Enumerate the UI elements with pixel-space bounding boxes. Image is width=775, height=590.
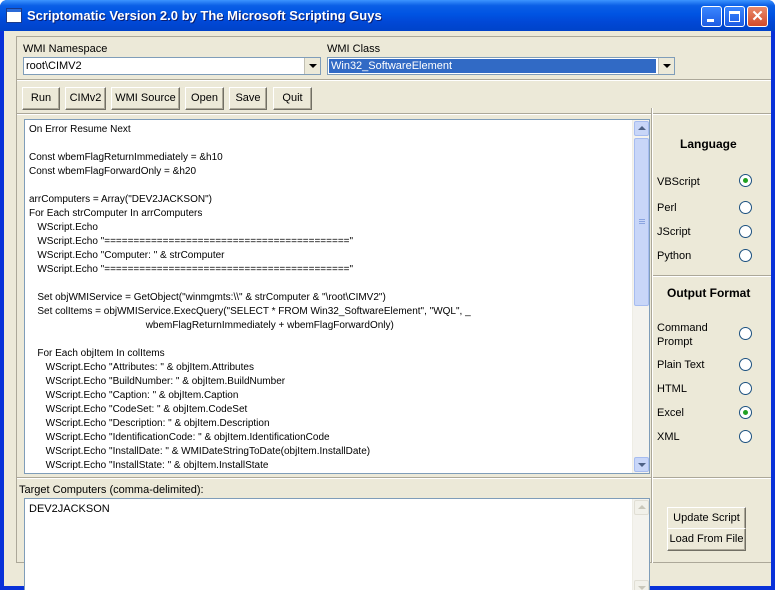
language-heading: Language xyxy=(680,137,737,151)
script-line[interactable]: WScript.Echo "Caption: " & objItem.Capti… xyxy=(29,389,629,403)
cimv2-button[interactable]: CIMv2 xyxy=(65,87,106,110)
script-line[interactable]: Const wbemFlagReturnImmediately = &h10 xyxy=(29,151,629,165)
namespace-dropdown[interactable]: root\CIMV2 xyxy=(23,57,321,75)
close-button[interactable]: ✕ xyxy=(747,6,768,27)
script-line[interactable]: WScript.Echo "InstallDate: " & WMIDateSt… xyxy=(29,445,629,459)
target-scrollbar[interactable] xyxy=(632,499,649,590)
separator-side xyxy=(651,108,653,563)
jscript-radio[interactable] xyxy=(739,225,752,238)
script-line[interactable]: WScript.Echo "==========================… xyxy=(29,263,629,277)
scroll-down-button[interactable] xyxy=(634,457,649,472)
script-line[interactable] xyxy=(29,333,629,347)
script-scrollbar[interactable] xyxy=(632,120,649,473)
script-text[interactable]: On Error Resume Next Const wbemFlagRetur… xyxy=(29,123,629,473)
script-line[interactable]: Set objWMIService = GetObject("winmgmts:… xyxy=(29,291,629,305)
maximize-button[interactable] xyxy=(724,6,745,27)
update-script-button[interactable]: Update Script xyxy=(667,507,746,530)
script-line[interactable]: WScript.Echo "IdentificationCode: " & ob… xyxy=(29,431,629,445)
scroll-up-button[interactable] xyxy=(634,500,649,515)
output-option-label: HTML xyxy=(657,383,687,395)
language-option-label: Perl xyxy=(657,202,677,214)
output-format-heading: Output Format xyxy=(667,286,751,300)
wmi-class-dropdown[interactable]: Win32_SoftwareElement xyxy=(327,57,675,75)
target-computers-value[interactable]: DEV2JACKSON xyxy=(29,503,110,515)
script-line[interactable]: wbemFlagReturnImmediately + wbemFlagForw… xyxy=(29,319,629,333)
separator-bottom xyxy=(17,477,771,479)
script-line[interactable]: WScript.Echo "Description: " & objItem.D… xyxy=(29,417,629,431)
script-line[interactable]: For Each strComputer In arrComputers xyxy=(29,207,629,221)
wmi-class-label: WMI Class xyxy=(327,43,381,55)
script-line[interactable]: On Error Resume Next xyxy=(29,123,629,137)
namespace-label: WMI Namespace xyxy=(23,43,108,55)
target-computers-input[interactable]: DEV2JACKSON xyxy=(24,498,650,590)
wmi-source-button[interactable]: WMI Source xyxy=(111,87,180,110)
window-title: Scriptomatic Version 2.0 by The Microsof… xyxy=(27,8,382,23)
minimize-button[interactable] xyxy=(701,6,722,27)
script-line[interactable]: WScript.Echo "Attributes: " & objItem.At… xyxy=(29,361,629,375)
script-line[interactable]: WScript.Echo "InstallState: " & objItem.… xyxy=(29,459,629,473)
run-button[interactable]: Run xyxy=(22,87,60,110)
load-from-file-button[interactable]: Load From File xyxy=(667,528,746,551)
script-line[interactable]: WScript.Echo "BuildNumber: " & objItem.B… xyxy=(29,375,629,389)
close-icon: ✕ xyxy=(751,8,764,25)
output-option-label: Command Prompt xyxy=(657,322,708,348)
xml-radio[interactable] xyxy=(739,430,752,443)
html-radio[interactable] xyxy=(739,382,752,395)
maximize-icon xyxy=(729,11,740,22)
script-line[interactable]: Const wbemFlagForwardOnly = &h20 xyxy=(29,165,629,179)
separator-toolbar xyxy=(17,113,771,115)
scroll-up-button[interactable] xyxy=(634,121,649,136)
chevron-down-icon[interactable] xyxy=(304,58,320,74)
chevron-down-icon[interactable] xyxy=(658,58,674,74)
script-line[interactable]: Set colItems = objWMIService.ExecQuery("… xyxy=(29,305,629,319)
separator-top xyxy=(17,79,771,81)
app-window: Scriptomatic Version 2.0 by The Microsof… xyxy=(0,0,775,590)
script-editor[interactable]: On Error Resume Next Const wbemFlagRetur… xyxy=(24,119,650,474)
language-option-label: VBScript xyxy=(657,176,700,188)
language-option-label: Python xyxy=(657,250,692,262)
script-line[interactable]: For Each objItem In colItems xyxy=(29,347,629,361)
output-option-label: XML xyxy=(657,431,680,443)
script-line[interactable]: WScript.Echo xyxy=(29,221,629,235)
minimize-icon xyxy=(707,19,714,22)
plain-text-radio[interactable] xyxy=(739,358,752,371)
namespace-value: root\CIMV2 xyxy=(26,60,82,72)
output-option-label: Plain Text xyxy=(657,359,705,371)
scroll-down-button[interactable] xyxy=(634,580,649,590)
scroll-thumb[interactable] xyxy=(634,138,649,306)
script-line[interactable] xyxy=(29,137,629,151)
excel-radio[interactable] xyxy=(739,406,752,419)
language-option-label: JScript xyxy=(657,226,691,238)
command-prompt-radio[interactable] xyxy=(739,327,752,340)
script-line[interactable]: WScript.Echo "Computer: " & strComputer xyxy=(29,249,629,263)
script-line[interactable]: WScript.Echo "CodeSet: " & objItem.CodeS… xyxy=(29,403,629,417)
app-icon xyxy=(6,8,22,23)
title-bar[interactable]: Scriptomatic Version 2.0 by The Microsof… xyxy=(0,0,775,31)
script-line[interactable] xyxy=(29,179,629,193)
quit-button[interactable]: Quit xyxy=(273,87,312,110)
output-option-label: Excel xyxy=(657,407,684,419)
save-button[interactable]: Save xyxy=(229,87,267,110)
separator-language xyxy=(653,275,771,277)
client-area: WMI Namespace root\CIMV2 WMI Class Win32… xyxy=(4,31,771,590)
perl-radio[interactable] xyxy=(739,201,752,214)
open-button[interactable]: Open xyxy=(185,87,224,110)
vbscript-radio[interactable] xyxy=(739,174,752,187)
wmi-class-value: Win32_SoftwareElement xyxy=(329,59,656,73)
script-line[interactable]: arrComputers = Array("DEV2JACKSON") xyxy=(29,193,629,207)
script-line[interactable] xyxy=(29,277,629,291)
script-line[interactable]: WScript.Echo "==========================… xyxy=(29,235,629,249)
python-radio[interactable] xyxy=(739,249,752,262)
target-computers-label: Target Computers (comma-delimited): xyxy=(19,484,204,496)
